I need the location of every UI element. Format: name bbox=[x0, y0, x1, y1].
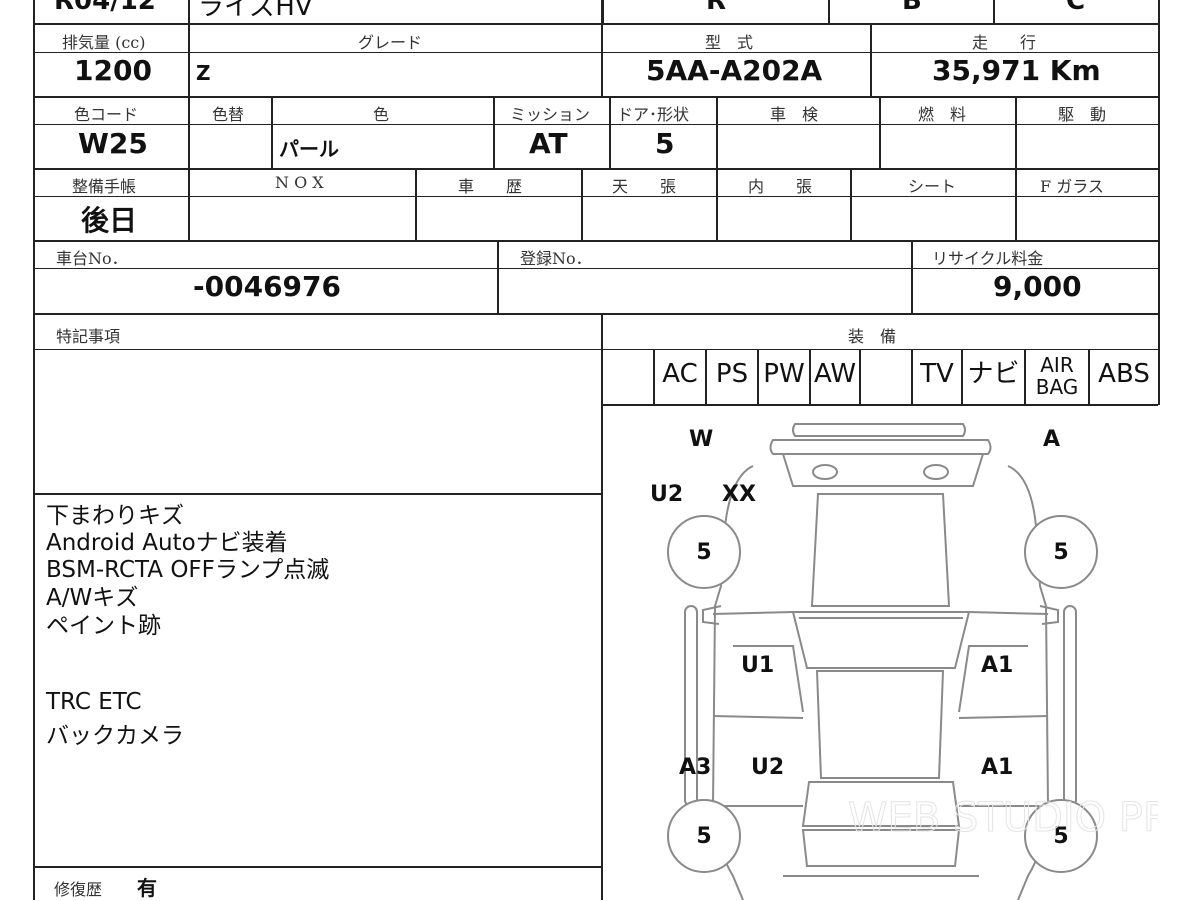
code-xx: XX bbox=[722, 482, 756, 507]
doors-value: 5 bbox=[655, 127, 675, 160]
roof-label: 天 張 bbox=[612, 177, 677, 196]
front-bumper-shape bbox=[792, 423, 966, 437]
chassis-no-label: 車台No． bbox=[56, 249, 128, 268]
repair-history-label: 修復歴 bbox=[54, 880, 103, 899]
code-u2-front: U2 bbox=[650, 482, 683, 507]
color-code-value: W25 bbox=[78, 127, 148, 160]
windshield-shape bbox=[791, 611, 971, 669]
score-b: B bbox=[902, 0, 922, 16]
equipment-navi: ナビ bbox=[967, 359, 1020, 389]
equipment-tv: TV bbox=[920, 359, 954, 389]
mileage-label: 走 行 bbox=[972, 33, 1037, 52]
inspection-label: 車 検 bbox=[770, 105, 819, 124]
hood-shape bbox=[810, 493, 951, 607]
grade-label: グレード bbox=[358, 33, 423, 52]
f-glass-label: F ガラス bbox=[1040, 177, 1104, 196]
equipment-ps: PS bbox=[715, 359, 749, 389]
tire-front-left-value: 5 bbox=[696, 540, 711, 565]
car-diagram: 5 5 5 5 W A U2 XX U1 A1 A3 U2 A1 WEB STU… bbox=[650, 423, 1158, 900]
seat-label: シート bbox=[908, 177, 957, 196]
recycle-fee-label: リサイクル料金 bbox=[932, 249, 1044, 268]
tire-front-right-value: 5 bbox=[1053, 540, 1068, 565]
note-line: バックカメラ bbox=[46, 723, 184, 749]
model-name-value: ライズHV bbox=[198, 0, 313, 22]
model-code-value: 5AA-A202A bbox=[646, 54, 823, 87]
reg-no-label: 登録No． bbox=[520, 249, 592, 268]
equipment-airbag-top: AIR bbox=[1040, 353, 1074, 377]
service-book-value: 後日 bbox=[81, 204, 138, 237]
equipment-abs: ABS bbox=[1098, 359, 1150, 389]
transmission-label: ミッション bbox=[510, 105, 591, 124]
score-c: C bbox=[1066, 0, 1086, 16]
repair-history-value: 有 bbox=[137, 876, 157, 900]
history-label: 車 歴 bbox=[458, 177, 523, 196]
color-value: パール bbox=[279, 137, 339, 161]
equipment-label: 装 備 bbox=[848, 327, 897, 346]
equipment-ac: AC bbox=[662, 359, 698, 389]
equipment-aw: AW bbox=[813, 359, 857, 389]
note-line: ペイント跡 bbox=[46, 613, 161, 639]
drive-label: 駆 動 bbox=[1058, 105, 1107, 124]
grade-value: Z bbox=[196, 61, 211, 85]
equipment-airbag-bottom: BAG bbox=[1035, 375, 1079, 399]
code-u2-rear: U2 bbox=[751, 755, 784, 780]
code-a1-upper: A1 bbox=[981, 653, 1013, 678]
color-label: 色 bbox=[373, 105, 390, 124]
interior-label: 内 張 bbox=[748, 177, 813, 196]
code-w: W bbox=[689, 427, 713, 452]
code-u1: U1 bbox=[741, 653, 774, 678]
nox-label: N O X bbox=[275, 173, 324, 192]
displacement-label: 排気量 (cc) bbox=[62, 33, 146, 52]
displacement-value: 1200 bbox=[74, 54, 152, 87]
repaint-label: 色替 bbox=[212, 105, 245, 124]
code-a1-lower: A1 bbox=[981, 755, 1013, 780]
color-code-label: 色コード bbox=[74, 105, 139, 124]
code-a: A bbox=[1043, 427, 1060, 452]
fuel-label: 燃 料 bbox=[918, 105, 967, 124]
code-a3: A3 bbox=[679, 755, 711, 780]
doors-label: ドア･形状 bbox=[617, 105, 690, 124]
chassis-no-value: -0046976 bbox=[193, 270, 341, 303]
watermark: WEB STUDIO PRO bbox=[848, 795, 1158, 841]
roof-shape bbox=[815, 670, 945, 779]
tire-rear-left-value: 5 bbox=[696, 824, 711, 849]
mileage-value: 35,971 Km bbox=[932, 54, 1101, 87]
equipment-pw: PW bbox=[763, 359, 805, 389]
recycle-fee-value: 9,000 bbox=[993, 270, 1082, 303]
score-r: R bbox=[706, 0, 727, 16]
note-line: TRC ETC bbox=[46, 689, 142, 715]
model-code-label: 型 式 bbox=[705, 33, 754, 52]
transmission-value: AT bbox=[529, 127, 568, 160]
notes-label: 特記事項 bbox=[56, 327, 121, 346]
date-value: R04/12 bbox=[54, 0, 156, 16]
service-book-label: 整備手帳 bbox=[72, 177, 137, 196]
